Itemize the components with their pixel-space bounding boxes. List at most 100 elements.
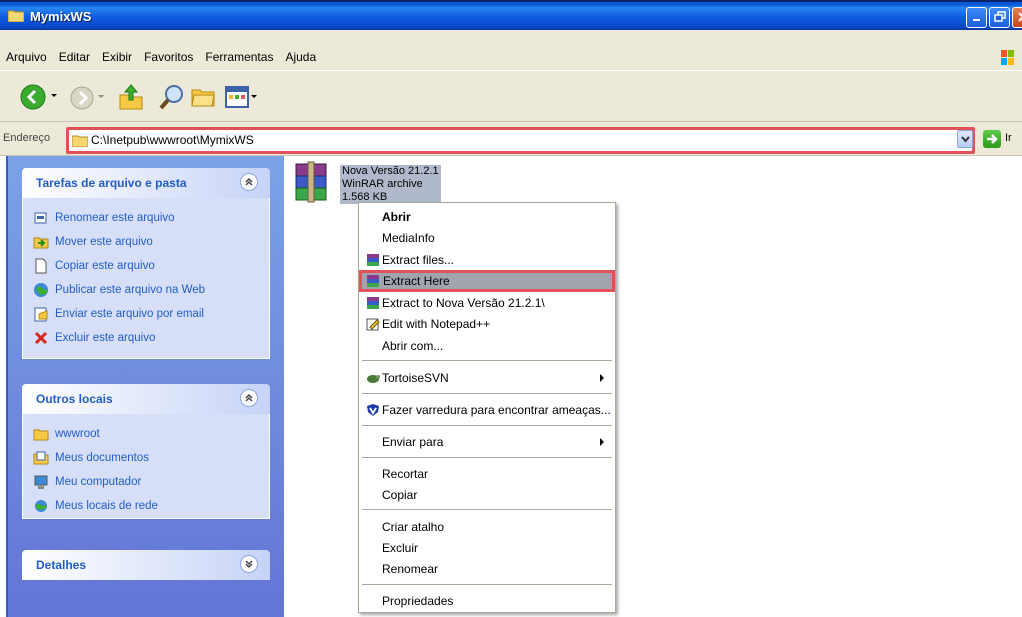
forward-dropdown-icon[interactable] (98, 95, 104, 100)
toolbar (0, 70, 1022, 122)
menu-item-copy[interactable]: Copiar (362, 485, 612, 505)
task-label: Excluir este arquivo (55, 332, 156, 344)
move-icon (33, 237, 49, 249)
place-wwwroot[interactable]: wwwroot (33, 422, 259, 446)
chevron-up-icon (245, 177, 253, 186)
title-bar: MymixWS (0, 0, 1022, 30)
notepadpp-icon (366, 318, 380, 331)
menu-item-open[interactable]: Abrir (362, 207, 612, 227)
place-label: wwwroot (55, 428, 100, 440)
place-network[interactable]: Meus locais de rede (33, 494, 259, 518)
restore-button[interactable] (989, 7, 1010, 28)
address-dropdown-button[interactable] (957, 130, 973, 148)
menu-ajuda[interactable]: Ajuda (279, 47, 322, 69)
menu-editar[interactable]: Editar (53, 47, 96, 69)
menu-separator (362, 393, 612, 394)
menu-item-scan[interactable]: Fazer varredura para encontrar ameaças..… (362, 400, 612, 420)
menu-item-cut[interactable]: Recortar (362, 464, 612, 484)
task-delete[interactable]: Excluir este arquivo (33, 326, 259, 350)
menu-separator (362, 457, 612, 458)
views-dropdown-icon[interactable] (251, 95, 257, 100)
rename-icon (34, 212, 47, 224)
menu-separator (362, 360, 612, 361)
other-places-header[interactable]: Outros locais (22, 384, 270, 414)
back-icon[interactable] (20, 84, 46, 110)
menu-ferramentas[interactable]: Ferramentas (199, 47, 279, 69)
other-places-panel: Outros locais wwwroot Meus documentos Me… (22, 384, 270, 519)
menu-item-delete[interactable]: Excluir (362, 538, 612, 558)
forward-icon[interactable] (70, 86, 94, 110)
menu-item-open-with[interactable]: Abrir com... (362, 336, 612, 356)
address-input[interactable]: C:\Inetpub\wwwroot\MymixWS (66, 127, 975, 154)
menu-item-properties[interactable]: Propriedades (362, 591, 612, 611)
task-email[interactable]: Enviar este arquivo por email (33, 302, 259, 326)
email-icon (34, 307, 48, 322)
menu-item-send-to[interactable]: Enviar para (362, 432, 612, 452)
folders-icon[interactable] (190, 85, 216, 109)
menu-label: MediaInfo (382, 231, 435, 245)
task-label: Enviar este arquivo por email (55, 308, 204, 320)
file-tasks-header[interactable]: Tarefas de arquivo e pasta (22, 168, 270, 198)
go-button[interactable] (983, 130, 1001, 148)
menu-label: Abrir (382, 210, 411, 224)
collapse-button[interactable] (240, 173, 258, 191)
menu-item-extract-to[interactable]: Extract to Nova Versão 21.2.1\ (362, 293, 612, 313)
place-my-documents[interactable]: Meus documentos (33, 446, 259, 470)
menu-favoritos[interactable]: Favoritos (138, 47, 199, 69)
folder-icon (8, 10, 24, 22)
chevron-up-icon (245, 393, 253, 402)
task-publish[interactable]: Publicar este arquivo na Web (33, 278, 259, 302)
delete-icon (34, 331, 48, 345)
minimize-button[interactable] (966, 7, 987, 28)
views-icon[interactable] (224, 85, 250, 109)
search-icon[interactable] (158, 83, 186, 111)
details-header[interactable]: Detalhes (22, 550, 270, 580)
menu-item-rename[interactable]: Renomear (362, 559, 612, 579)
task-label: Renomear este arquivo (55, 212, 175, 224)
my-computer-icon (34, 475, 48, 489)
winrar-icon (367, 275, 379, 287)
collapse-button[interactable] (240, 389, 258, 407)
menu-item-notepadpp[interactable]: Edit with Notepad++ (362, 314, 612, 334)
back-dropdown-icon[interactable] (50, 93, 58, 99)
menu-label: Extract to Nova Versão 21.2.1\ (382, 296, 545, 310)
up-folder-icon[interactable] (118, 83, 144, 111)
expand-button[interactable] (240, 555, 258, 573)
task-rename[interactable]: Renomear este arquivo (33, 206, 259, 230)
place-my-computer[interactable]: Meu computador (33, 470, 259, 494)
antivirus-icon (367, 404, 379, 416)
restore-icon (994, 11, 1006, 22)
winrar-icon (367, 297, 379, 309)
menu-arquivo[interactable]: Arquivo (0, 47, 53, 69)
menu-label: Copiar (382, 488, 418, 502)
menu-item-mediainfo[interactable]: MediaInfo (362, 228, 612, 248)
menu-item-tortoisesvn[interactable]: TortoiseSVN (362, 368, 612, 388)
file-tasks-body: Renomear este arquivo Mover este arquivo… (22, 198, 270, 359)
menu-exibir[interactable]: Exibir (96, 47, 138, 69)
menu-items: Arquivo Editar Exibir Favoritos Ferramen… (0, 47, 322, 69)
close-button[interactable] (1012, 7, 1022, 28)
windows-logo-icon (1001, 50, 1014, 65)
task-copy[interactable]: Copiar este arquivo (33, 254, 259, 278)
winrar-archive-icon[interactable] (290, 160, 334, 206)
details-panel: Detalhes (22, 550, 270, 580)
folder-icon (72, 135, 88, 147)
task-label: Copiar este arquivo (55, 260, 155, 272)
menu-label: Fazer varredura para encontrar ameaças..… (382, 403, 611, 417)
task-move[interactable]: Mover este arquivo (33, 230, 259, 254)
other-places-title: Outros locais (36, 392, 113, 406)
menu-item-extract-files[interactable]: Extract files... (362, 250, 612, 270)
file-tasks-panel: Tarefas de arquivo e pasta Renomear este… (22, 168, 270, 359)
go-label[interactable]: Ir (1005, 132, 1012, 144)
menu-label: Extract files... (382, 253, 455, 267)
menu-label: Propriedades (382, 594, 454, 608)
menu-item-create-shortcut[interactable]: Criar atalho (362, 517, 612, 537)
menu-item-extract-here[interactable]: Extract Here (359, 270, 615, 292)
menu-separator (362, 425, 612, 426)
chevron-down-icon (961, 136, 970, 143)
file-type: WinRAR archive (342, 178, 423, 190)
place-label: Meu computador (55, 476, 142, 488)
menu-label: Abrir com... (382, 339, 444, 353)
submenu-arrow-icon (600, 438, 604, 446)
file-label[interactable]: Nova Versão 21.2.1 WinRAR archive 1.568 … (340, 165, 441, 204)
